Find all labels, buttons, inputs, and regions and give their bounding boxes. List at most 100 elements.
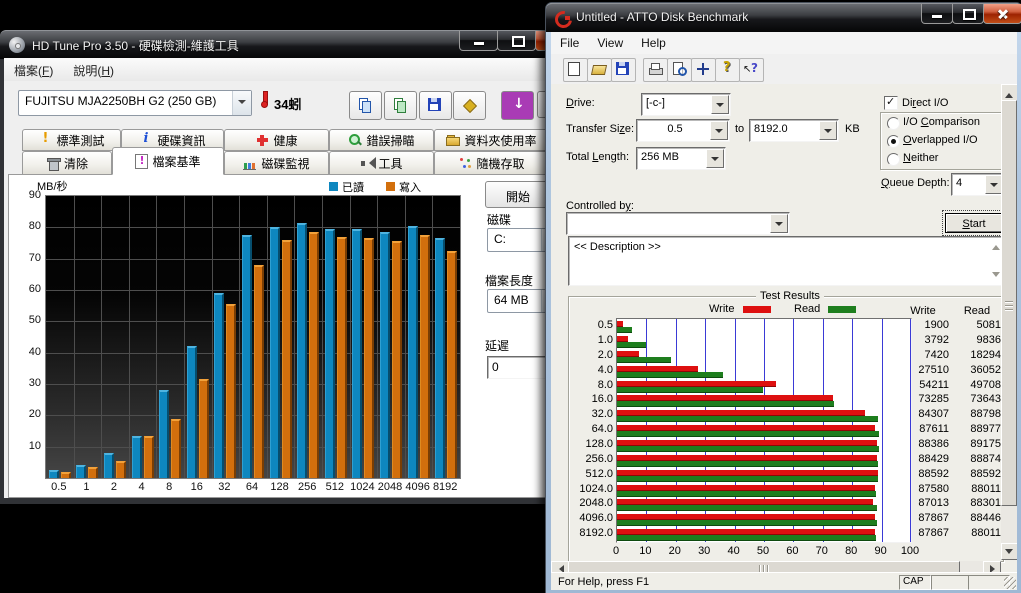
- start-benchmark-button[interactable]: 開始: [485, 181, 551, 208]
- x-tick-label: 8: [155, 481, 183, 493]
- print-preview-button[interactable]: [667, 58, 692, 82]
- read-value: 9836: [955, 334, 1001, 346]
- write-bar: [116, 461, 126, 478]
- chevron-down-icon[interactable]: [711, 95, 729, 114]
- save-button[interactable]: [611, 58, 636, 82]
- write-bar: [420, 235, 430, 478]
- scroll-right-button[interactable]: [983, 561, 1001, 572]
- atto-window-title: Untitled - ATTO Disk Benchmark: [576, 10, 748, 24]
- delay-input[interactable]: 0: [487, 356, 547, 379]
- chevron-down-icon[interactable]: [819, 121, 837, 140]
- drive-select[interactable]: FUJITSU MJA2250BH G2 (250 GB): [18, 90, 252, 116]
- read-bar: [617, 327, 632, 333]
- minimize-button[interactable]: [459, 31, 498, 51]
- tab-標準測試[interactable]: 標準測試: [22, 129, 121, 151]
- scroll-up-icon[interactable]: [992, 241, 1000, 250]
- atto-app-icon: [554, 10, 570, 25]
- tab-健康[interactable]: 健康: [224, 129, 329, 151]
- maximize-button[interactable]: [497, 31, 536, 51]
- radio-overlapped-i-o[interactable]: [887, 135, 900, 148]
- tab-工具[interactable]: 工具: [329, 151, 434, 175]
- menu-item[interactable]: 說明(H): [63, 58, 124, 79]
- scroll-down-icon[interactable]: [992, 272, 1000, 281]
- open-folder-icon: [592, 62, 606, 76]
- chevron-down-icon[interactable]: [770, 214, 788, 233]
- tab-label: 工具: [378, 155, 402, 172]
- copy-text-button[interactable]: [349, 91, 382, 120]
- controlled-by-select[interactable]: [566, 212, 790, 235]
- print-button[interactable]: [643, 58, 668, 82]
- pan-button[interactable]: [691, 58, 716, 82]
- save-button[interactable]: [419, 91, 452, 120]
- y-tick-label: 60: [15, 283, 41, 295]
- row-label: 0.5: [565, 319, 613, 331]
- radio-neither[interactable]: [887, 153, 900, 166]
- tab-資料夾使用率[interactable]: 資料夾使用率: [434, 129, 549, 151]
- y-tick-label: 70: [15, 252, 41, 264]
- menu-item-view[interactable]: View: [588, 32, 632, 50]
- tab-檔案基準[interactable]: 檔案基準: [112, 147, 224, 175]
- menu-item-help[interactable]: Help: [632, 32, 675, 50]
- transfer-size-from-select[interactable]: 0.5: [636, 119, 730, 142]
- scroll-up-button[interactable]: [1001, 84, 1017, 101]
- context-help-button[interactable]: [739, 58, 764, 82]
- radio-i-o-comparison[interactable]: [887, 117, 900, 130]
- description-box[interactable]: << Description >>: [568, 236, 1004, 286]
- download-arrow-icon: [510, 97, 524, 111]
- tab-隨機存取[interactable]: 隨機存取: [434, 151, 549, 175]
- menu-item[interactable]: 檔案(F): [4, 58, 63, 79]
- minimize-button[interactable]: [921, 4, 953, 24]
- scroll-down-button[interactable]: [1001, 543, 1017, 560]
- queue-depth-select[interactable]: 4: [951, 173, 1005, 196]
- resize-grip[interactable]: [1004, 577, 1016, 589]
- read-bar: [617, 401, 834, 407]
- write-value: 84307: [903, 408, 949, 420]
- maximize-button[interactable]: [952, 4, 984, 24]
- read-bar: [380, 232, 390, 478]
- tab-清除[interactable]: 清除: [22, 151, 112, 175]
- open-file-button[interactable]: [587, 58, 612, 82]
- write-column-header: Write: [897, 305, 949, 317]
- vertical-scrollbar[interactable]: [1001, 84, 1017, 560]
- direct-io-checkbox[interactable]: [884, 96, 898, 110]
- read-value: 49708: [955, 379, 1001, 391]
- gridline: [74, 196, 75, 478]
- hdtune-app-icon: [9, 37, 25, 53]
- horizontal-scrollbar-thumb[interactable]: [568, 561, 960, 572]
- x-tick-label: 70: [809, 545, 835, 557]
- read-value: 88446: [955, 512, 1001, 524]
- atto-toolbar: [551, 54, 1017, 85]
- temperature-value: 34蚓: [274, 94, 301, 113]
- drive-label: Drive:: [566, 97, 595, 109]
- write-value: 87580: [903, 483, 949, 495]
- tab-磁碟監視[interactable]: 磁碟監視: [224, 151, 329, 175]
- vertical-scrollbar-thumb[interactable]: [1001, 100, 1017, 506]
- read-bar: [297, 223, 307, 478]
- write-value: 7420: [903, 349, 949, 361]
- copy-image-button[interactable]: [384, 91, 417, 120]
- close-button[interactable]: [983, 4, 1021, 24]
- menu-item-file[interactable]: File: [551, 32, 588, 50]
- save-floppy-icon: [616, 62, 629, 75]
- tab-錯誤掃瞄[interactable]: 錯誤掃瞄: [329, 129, 434, 151]
- transfer-size-to-select[interactable]: 8192.0: [749, 119, 839, 142]
- total-length-value: 256 MB: [641, 151, 705, 163]
- download-button[interactable]: [501, 91, 534, 120]
- scroll-left-button[interactable]: [551, 561, 569, 572]
- chevron-down-icon[interactable]: [706, 149, 724, 168]
- folder-icon: [446, 133, 460, 147]
- start-button[interactable]: Start: [945, 213, 1003, 233]
- hdtune-body: 檔案(F)說明(H) FUJITSU MJA2250BH G2 (250 GB)…: [4, 58, 553, 498]
- drive-select[interactable]: [-c-]: [641, 93, 731, 116]
- chevron-down-icon[interactable]: [232, 91, 251, 115]
- total-length-select[interactable]: 256 MB: [636, 147, 726, 170]
- new-file-button[interactable]: [563, 58, 588, 82]
- horizontal-scrollbar[interactable]: [551, 561, 1001, 572]
- options-button[interactable]: [453, 91, 486, 120]
- chevron-down-icon[interactable]: [710, 121, 728, 140]
- gridline: [350, 196, 351, 478]
- read-bar: [617, 520, 877, 526]
- help-button[interactable]: [715, 58, 740, 82]
- radio-label: Overlapped I/O: [903, 134, 978, 146]
- read-bar: [104, 453, 114, 478]
